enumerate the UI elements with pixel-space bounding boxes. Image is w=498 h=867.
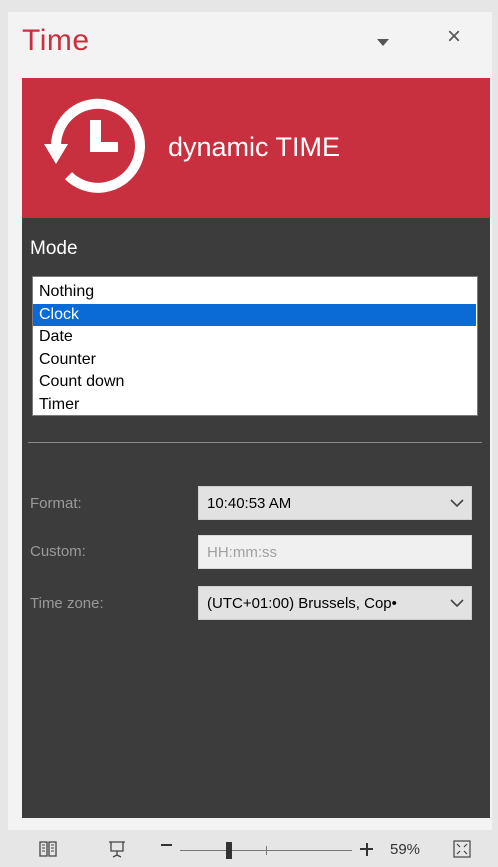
addin-banner: dynamic TIME (22, 78, 490, 218)
zoom-slider-midpoint (266, 846, 267, 855)
format-value: 10:40:53 AM (207, 495, 292, 512)
timezone-label: Time zone: (30, 595, 104, 612)
format-label: Format: (30, 495, 82, 512)
timezone-value: (UTC+01:00) Brussels, Cop• (207, 595, 397, 612)
custom-format-input[interactable] (207, 536, 457, 569)
close-button[interactable]: × (441, 24, 467, 50)
fit-to-window-button[interactable] (453, 840, 471, 863)
mode-item-date[interactable]: Date (33, 326, 476, 349)
banner-title: dynamic TIME (168, 132, 341, 162)
zoom-slider-thumb[interactable] (226, 842, 232, 859)
mode-item-timer[interactable]: Timer (33, 394, 476, 417)
zoom-out-button[interactable] (161, 844, 172, 846)
clock-refresh-icon (44, 98, 145, 193)
settings-panel: Mode Nothing Clock Date Counter Count do… (22, 218, 490, 818)
mode-item-counter[interactable]: Counter (33, 349, 476, 372)
format-select[interactable]: 10:40:53 AM (198, 486, 472, 520)
mode-item-clock[interactable]: Clock (33, 303, 476, 327)
mode-listbox[interactable]: Nothing Clock Date Counter Count down Ti… (32, 276, 478, 416)
mode-item-nothing[interactable]: Nothing (33, 281, 476, 304)
custom-label: Custom: (30, 543, 86, 560)
fit-window-icon (453, 840, 471, 858)
status-bar: 59% (0, 830, 498, 867)
presentation-icon (109, 841, 125, 858)
book-icon (39, 841, 57, 857)
close-icon: × (446, 23, 461, 50)
caret-down-icon (377, 39, 389, 46)
pane-options-dropdown[interactable] (374, 35, 392, 49)
slide-show-button[interactable] (107, 839, 127, 864)
chevron-down-icon (450, 599, 464, 608)
mode-label: Mode (30, 238, 78, 259)
pane-title: Time (22, 24, 90, 57)
zoom-in-button[interactable] (360, 843, 373, 856)
mode-item-count-down[interactable]: Count down (33, 371, 476, 394)
chevron-down-icon (450, 499, 464, 508)
reading-view-button[interactable] (38, 839, 58, 864)
section-divider (28, 442, 482, 443)
zoom-level[interactable]: 59% (390, 841, 420, 858)
custom-format-field (198, 535, 472, 569)
timezone-select[interactable]: (UTC+01:00) Brussels, Cop• (198, 586, 472, 620)
